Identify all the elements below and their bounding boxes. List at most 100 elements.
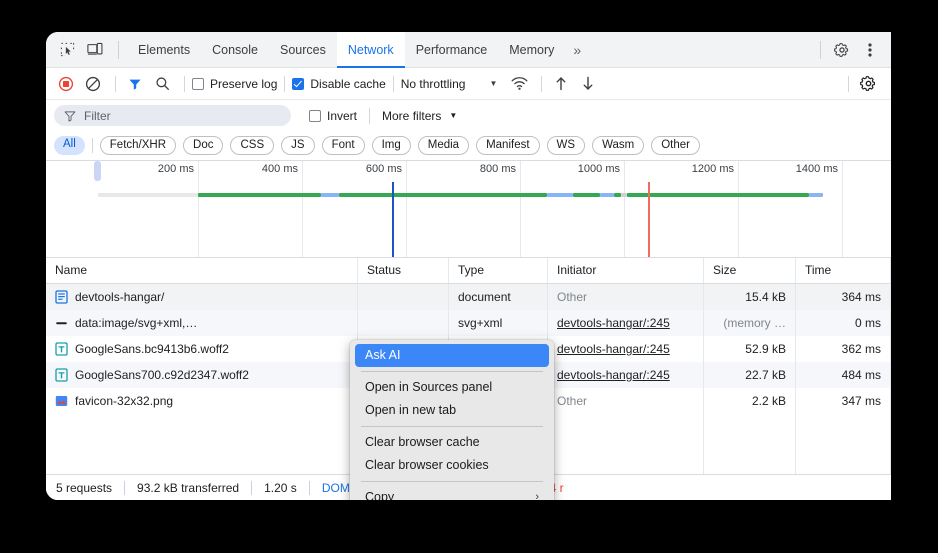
cell-type: svg+xml	[449, 310, 548, 336]
image-file-icon	[55, 394, 68, 408]
chip-font[interactable]: Font	[322, 136, 365, 155]
column-header-size[interactable]: Size	[704, 258, 796, 283]
cell-name: GoogleSans.bc9413b6.woff2	[46, 336, 358, 362]
context-menu-item[interactable]: Open in new tab	[355, 399, 549, 422]
filter-funnel-icon[interactable]	[123, 72, 147, 96]
chip-media[interactable]: Media	[418, 136, 469, 155]
toolbar-divider-1	[115, 76, 116, 92]
overview-tick-label: 1200 ms	[692, 163, 734, 175]
column-header-status[interactable]: Status	[358, 258, 449, 283]
tab-performance[interactable]: Performance	[405, 32, 499, 68]
filter-input[interactable]: Filter	[54, 105, 291, 126]
invert-checkbox[interactable]: Invert	[309, 109, 357, 123]
cell-empty	[46, 414, 358, 440]
cell-time: 0 ms	[796, 310, 891, 336]
toolbar-divider-4	[393, 76, 394, 92]
kebab-menu-icon[interactable]	[857, 37, 883, 63]
cell-empty	[796, 440, 891, 466]
resource-type-filters: All Fetch/XHR Doc CSS JS Font Img Media …	[46, 131, 891, 160]
context-menu-item[interactable]: Clear browser cache	[355, 431, 549, 454]
search-icon[interactable]	[150, 72, 174, 96]
overview-tick: 1200 ms	[738, 161, 739, 257]
cell-time: 484 ms	[796, 362, 891, 388]
inspect-element-icon[interactable]	[54, 37, 80, 63]
devtools-tabbar: Elements Console Sources Network Perform…	[46, 32, 891, 68]
preserve-log-label: Preserve log	[210, 77, 277, 91]
context-menu-item[interactable]: Copy›	[355, 486, 549, 500]
preserve-log-checkbox-box	[192, 78, 204, 90]
chip-manifest[interactable]: Manifest	[476, 136, 539, 155]
chip-css[interactable]: CSS	[230, 136, 274, 155]
chip-doc[interactable]: Doc	[183, 136, 223, 155]
gear-icon[interactable]	[829, 37, 855, 63]
transferred-size: 93.2 kB transferred	[137, 481, 239, 495]
column-header-name[interactable]: Name	[46, 258, 358, 283]
column-header-initiator[interactable]: Initiator	[548, 258, 704, 283]
initiator-link[interactable]: devtools-hangar/:245	[557, 342, 670, 356]
tab-network[interactable]: Network	[337, 32, 405, 68]
network-conditions-icon[interactable]	[507, 72, 531, 96]
more-tabs-button[interactable]: »	[565, 32, 588, 68]
context-menu-separator	[361, 371, 543, 372]
chip-fetch-xhr[interactable]: Fetch/XHR	[100, 136, 176, 155]
context-menu-item[interactable]: Open in Sources panel	[355, 376, 549, 399]
initiator-link[interactable]: devtools-hangar/:245	[557, 316, 670, 330]
cell-name: data:image/svg+xml,…	[46, 310, 358, 336]
network-overview[interactable]: 200 ms400 ms600 ms800 ms1000 ms1200 ms14…	[46, 160, 891, 258]
column-header-time[interactable]: Time	[796, 258, 891, 283]
preserve-log-checkbox[interactable]: Preserve log	[192, 77, 277, 91]
cell-size: 22.7 kB	[704, 362, 796, 388]
chip-all[interactable]: All	[54, 136, 85, 155]
cell-time: 347 ms	[796, 388, 891, 414]
record-stop-icon[interactable]	[54, 72, 78, 96]
throttling-value: No throttling	[401, 77, 466, 91]
cell-size: 52.9 kB	[704, 336, 796, 362]
context-menu-item[interactable]: Ask AI	[355, 344, 549, 367]
overview-request-band	[627, 193, 809, 197]
export-har-icon[interactable]	[576, 72, 600, 96]
network-settings-gear-icon[interactable]	[856, 72, 880, 96]
overview-tick: 200 ms	[198, 161, 199, 257]
statusbar-divider-1	[124, 481, 125, 495]
chip-other[interactable]: Other	[651, 136, 700, 155]
invert-checkbox-box	[309, 110, 321, 122]
tab-console[interactable]: Console	[201, 32, 269, 68]
throttling-dropdown[interactable]: No throttling ▼	[401, 77, 498, 91]
disable-cache-label: Disable cache	[310, 77, 385, 91]
overview-tick: 400 ms	[302, 161, 303, 257]
cell-empty	[548, 440, 704, 466]
chip-js[interactable]: JS	[281, 136, 314, 155]
initiator-value: Other	[557, 290, 587, 304]
tab-elements[interactable]: Elements	[127, 32, 201, 68]
overview-request-band	[98, 193, 198, 197]
cell-initiator: devtools-hangar/:245	[548, 336, 704, 362]
request-context-menu[interactable]: Ask AI Open in Sources panelOpen in new t…	[350, 340, 554, 500]
clear-icon[interactable]	[81, 72, 105, 96]
cell-status	[358, 284, 449, 310]
tab-memory[interactable]: Memory	[498, 32, 565, 68]
chip-wasm[interactable]: Wasm	[592, 136, 644, 155]
filterbar-divider	[369, 108, 370, 124]
more-filters-dropdown[interactable]: More filters ▼	[382, 109, 457, 123]
overview-left-handle[interactable]	[94, 161, 101, 181]
chip-img[interactable]: Img	[372, 136, 411, 155]
chip-ws[interactable]: WS	[547, 136, 586, 155]
initiator-link[interactable]: devtools-hangar/:245	[557, 368, 670, 382]
network-toolbar: Preserve log Disable cache No throttling…	[46, 68, 891, 100]
disable-cache-checkbox[interactable]: Disable cache	[292, 77, 385, 91]
table-row[interactable]: data:image/svg+xml,… svg+xml devtools-hang…	[46, 310, 891, 336]
invert-label: Invert	[327, 109, 357, 123]
cell-size: 15.4 kB	[704, 284, 796, 310]
table-row[interactable]: devtools-hangar/documentOther15.4 kB364 …	[46, 284, 891, 310]
dash-file-icon	[55, 316, 68, 330]
toolbar-divider-6	[848, 76, 849, 92]
cell-size: 2.2 kB	[704, 388, 796, 414]
tab-sources[interactable]: Sources	[269, 32, 337, 68]
chipbar-divider	[92, 138, 93, 153]
context-menu-item[interactable]: Clear browser cookies	[355, 454, 549, 477]
device-toolbar-icon[interactable]	[82, 37, 108, 63]
disable-cache-checkbox-box	[292, 78, 304, 90]
import-har-icon[interactable]	[549, 72, 573, 96]
column-header-type[interactable]: Type	[449, 258, 548, 283]
filter-bar: Filter Invert More filters ▼	[46, 100, 891, 131]
